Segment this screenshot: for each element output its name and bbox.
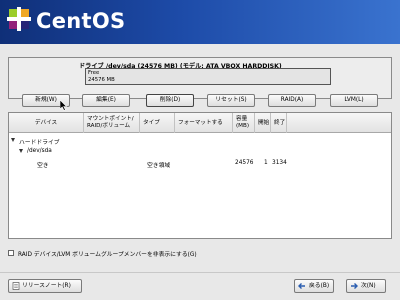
release-notes-button[interactable]: リリースノート(R)	[8, 279, 82, 293]
document-icon	[12, 282, 20, 290]
raid-button[interactable]: RAID(A)	[268, 94, 316, 107]
expander-down-icon[interactable]	[19, 149, 23, 153]
device-cell: /dev/sda	[27, 148, 52, 154]
back-label: 戻る(B)	[309, 283, 330, 289]
drive-bar-size: 24576 MB	[88, 77, 115, 83]
type-cell: 空き領域	[147, 163, 171, 169]
device-cell: 空き	[37, 163, 49, 169]
drive-panel: ドライブ /dev/sda (24576 MB) (モデル: ATA VBOX …	[8, 57, 392, 99]
hide-raid-lvm-label: RAID デバイス/LVM ボリュームグループメンバーを非表示にする(G)	[18, 252, 197, 258]
hide-raid-lvm-checkbox[interactable]	[8, 250, 14, 256]
column-header-type[interactable]: タイプ	[140, 113, 175, 133]
delete-button[interactable]: 削除(D)	[146, 94, 194, 107]
arrow-left-icon	[298, 283, 305, 289]
edit-button[interactable]: 編集(E)	[82, 94, 130, 107]
drive-bar-label: Free	[88, 70, 100, 76]
column-header-end[interactable]: 終了	[271, 113, 287, 133]
partition-table[interactable]: デバイス マウントポイント/ RAID/ボリューム タイプ フォーマットする 容…	[8, 112, 392, 239]
column-header-size[interactable]: 容量 (MB)	[233, 113, 255, 133]
footer-divider	[0, 272, 400, 273]
table-row[interactable]: 空き 空き領域 24576 1 3134	[9, 158, 391, 169]
next-label: 次(N)	[361, 283, 376, 289]
logo-text: CentOS	[36, 9, 126, 33]
table-row[interactable]: ハードドライブ	[9, 135, 391, 146]
table-header: デバイス マウントポイント/ RAID/ボリューム タイプ フォーマットする 容…	[9, 113, 391, 133]
end-cell: 3134	[272, 160, 287, 166]
expander-down-icon[interactable]	[11, 138, 15, 142]
lvm-button[interactable]: LVM(L)	[330, 94, 378, 107]
arrow-right-icon	[351, 283, 358, 289]
table-row[interactable]: /dev/sda	[9, 146, 391, 157]
release-notes-label: リリースノート(R)	[22, 283, 71, 289]
column-header-format[interactable]: フォーマットする	[175, 113, 233, 133]
column-header-mount[interactable]: マウントポイント/ RAID/ボリューム	[84, 113, 140, 133]
column-header-device[interactable]: デバイス	[9, 113, 84, 133]
next-button[interactable]: 次(N)	[346, 279, 386, 293]
drive-usage-bar[interactable]: Free 24576 MB	[85, 68, 331, 85]
centos-logo-icon	[7, 7, 31, 31]
start-cell: 1	[264, 160, 268, 166]
device-cell: ハードドライブ	[19, 140, 60, 146]
size-cell: 24576	[235, 160, 254, 166]
header-banner: CentOS	[0, 0, 400, 44]
reset-button[interactable]: リセット(S)	[207, 94, 255, 107]
back-button[interactable]: 戻る(B)	[294, 279, 334, 293]
column-header-start[interactable]: 開始	[255, 113, 271, 133]
mouse-cursor-icon	[60, 100, 68, 111]
